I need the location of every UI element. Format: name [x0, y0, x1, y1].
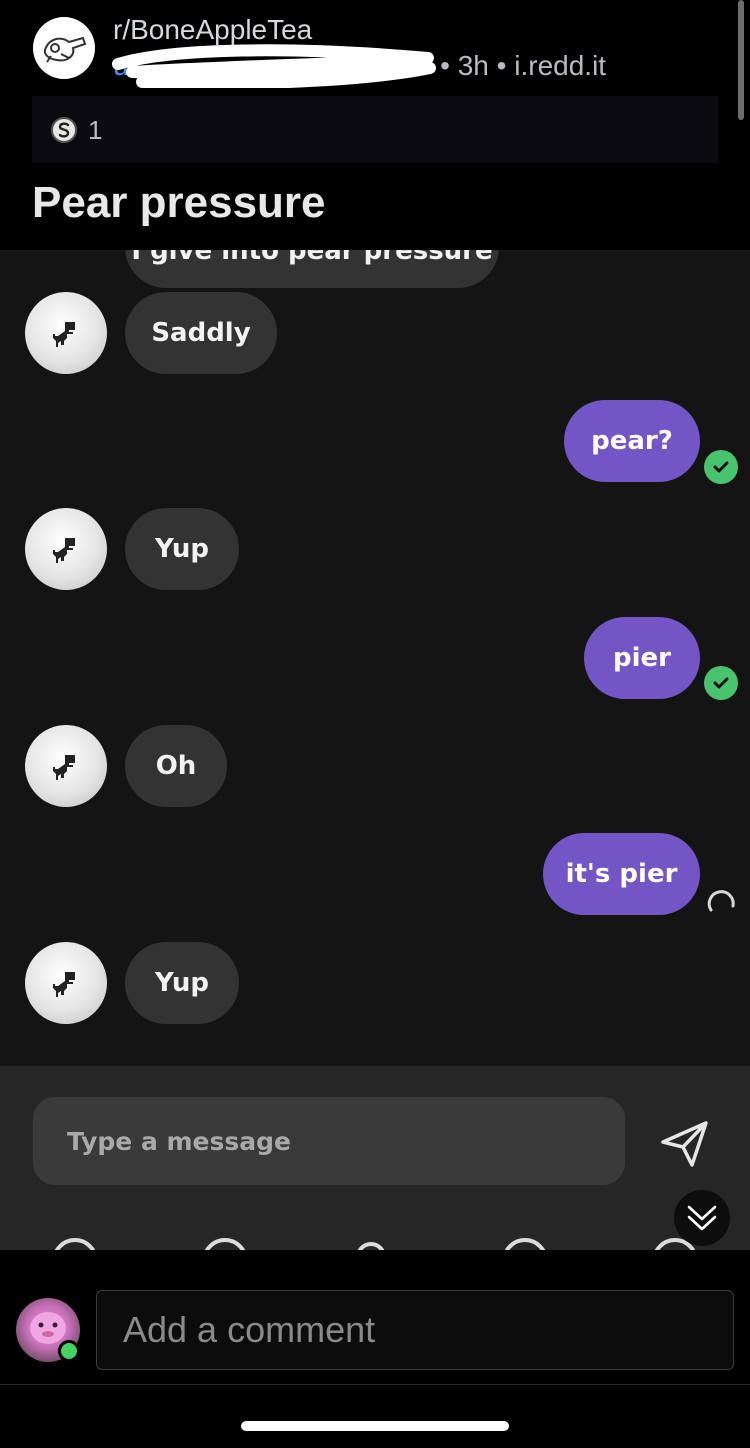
spinner-icon — [707, 890, 735, 912]
comment-bar: Add a comment — [0, 1250, 750, 1385]
post-header: r/BoneAppleTea u/ • 3h • i.redd.it 1 Pea… — [0, 0, 750, 250]
message-bubble: pear? — [564, 400, 700, 482]
scroll-down-icon[interactable] — [674, 1190, 730, 1246]
dino-avatar-icon — [25, 942, 107, 1024]
message-bubble: Yup — [125, 508, 239, 590]
award-count: 1 — [88, 115, 103, 145]
dino-avatar-icon — [25, 292, 107, 374]
meta-separator: • — [496, 50, 515, 81]
post-domain[interactable]: i.redd.it — [514, 50, 606, 81]
message-bubble: Yup — [125, 942, 239, 1024]
redaction-scribble — [112, 44, 436, 88]
chat-composer: Type a message — [0, 1066, 750, 1250]
check-icon — [704, 666, 738, 700]
dino-avatar-icon — [25, 725, 107, 807]
send-icon — [661, 1121, 708, 1167]
message-bubble: Saddly — [125, 292, 277, 374]
divider — [0, 1384, 750, 1385]
online-status-indicator — [58, 1340, 80, 1362]
post-age: 3h — [457, 50, 489, 81]
award-bar[interactable]: 1 — [32, 96, 718, 163]
message-bubble: it's pier — [543, 833, 700, 915]
page-scrollbar[interactable] — [738, 0, 744, 120]
partial-message-bubble: I give into pear pressure — [125, 250, 499, 288]
chat-message-input: Type a message — [33, 1097, 625, 1185]
message-bubble: pier — [584, 617, 700, 699]
message-bubble: Oh — [125, 725, 227, 807]
award-icon — [51, 117, 77, 143]
meta-separator: • — [440, 50, 458, 81]
post-title[interactable]: Pear pressure — [32, 178, 326, 228]
home-indicator[interactable] — [241, 1421, 509, 1431]
check-icon — [704, 450, 738, 484]
comment-input[interactable]: Add a comment — [96, 1290, 734, 1370]
dino-avatar-icon — [25, 508, 107, 590]
subreddit-avatar-icon[interactable] — [33, 17, 95, 79]
post-image[interactable]: I give into pear pressure Saddly pear? Y… — [0, 250, 750, 1250]
